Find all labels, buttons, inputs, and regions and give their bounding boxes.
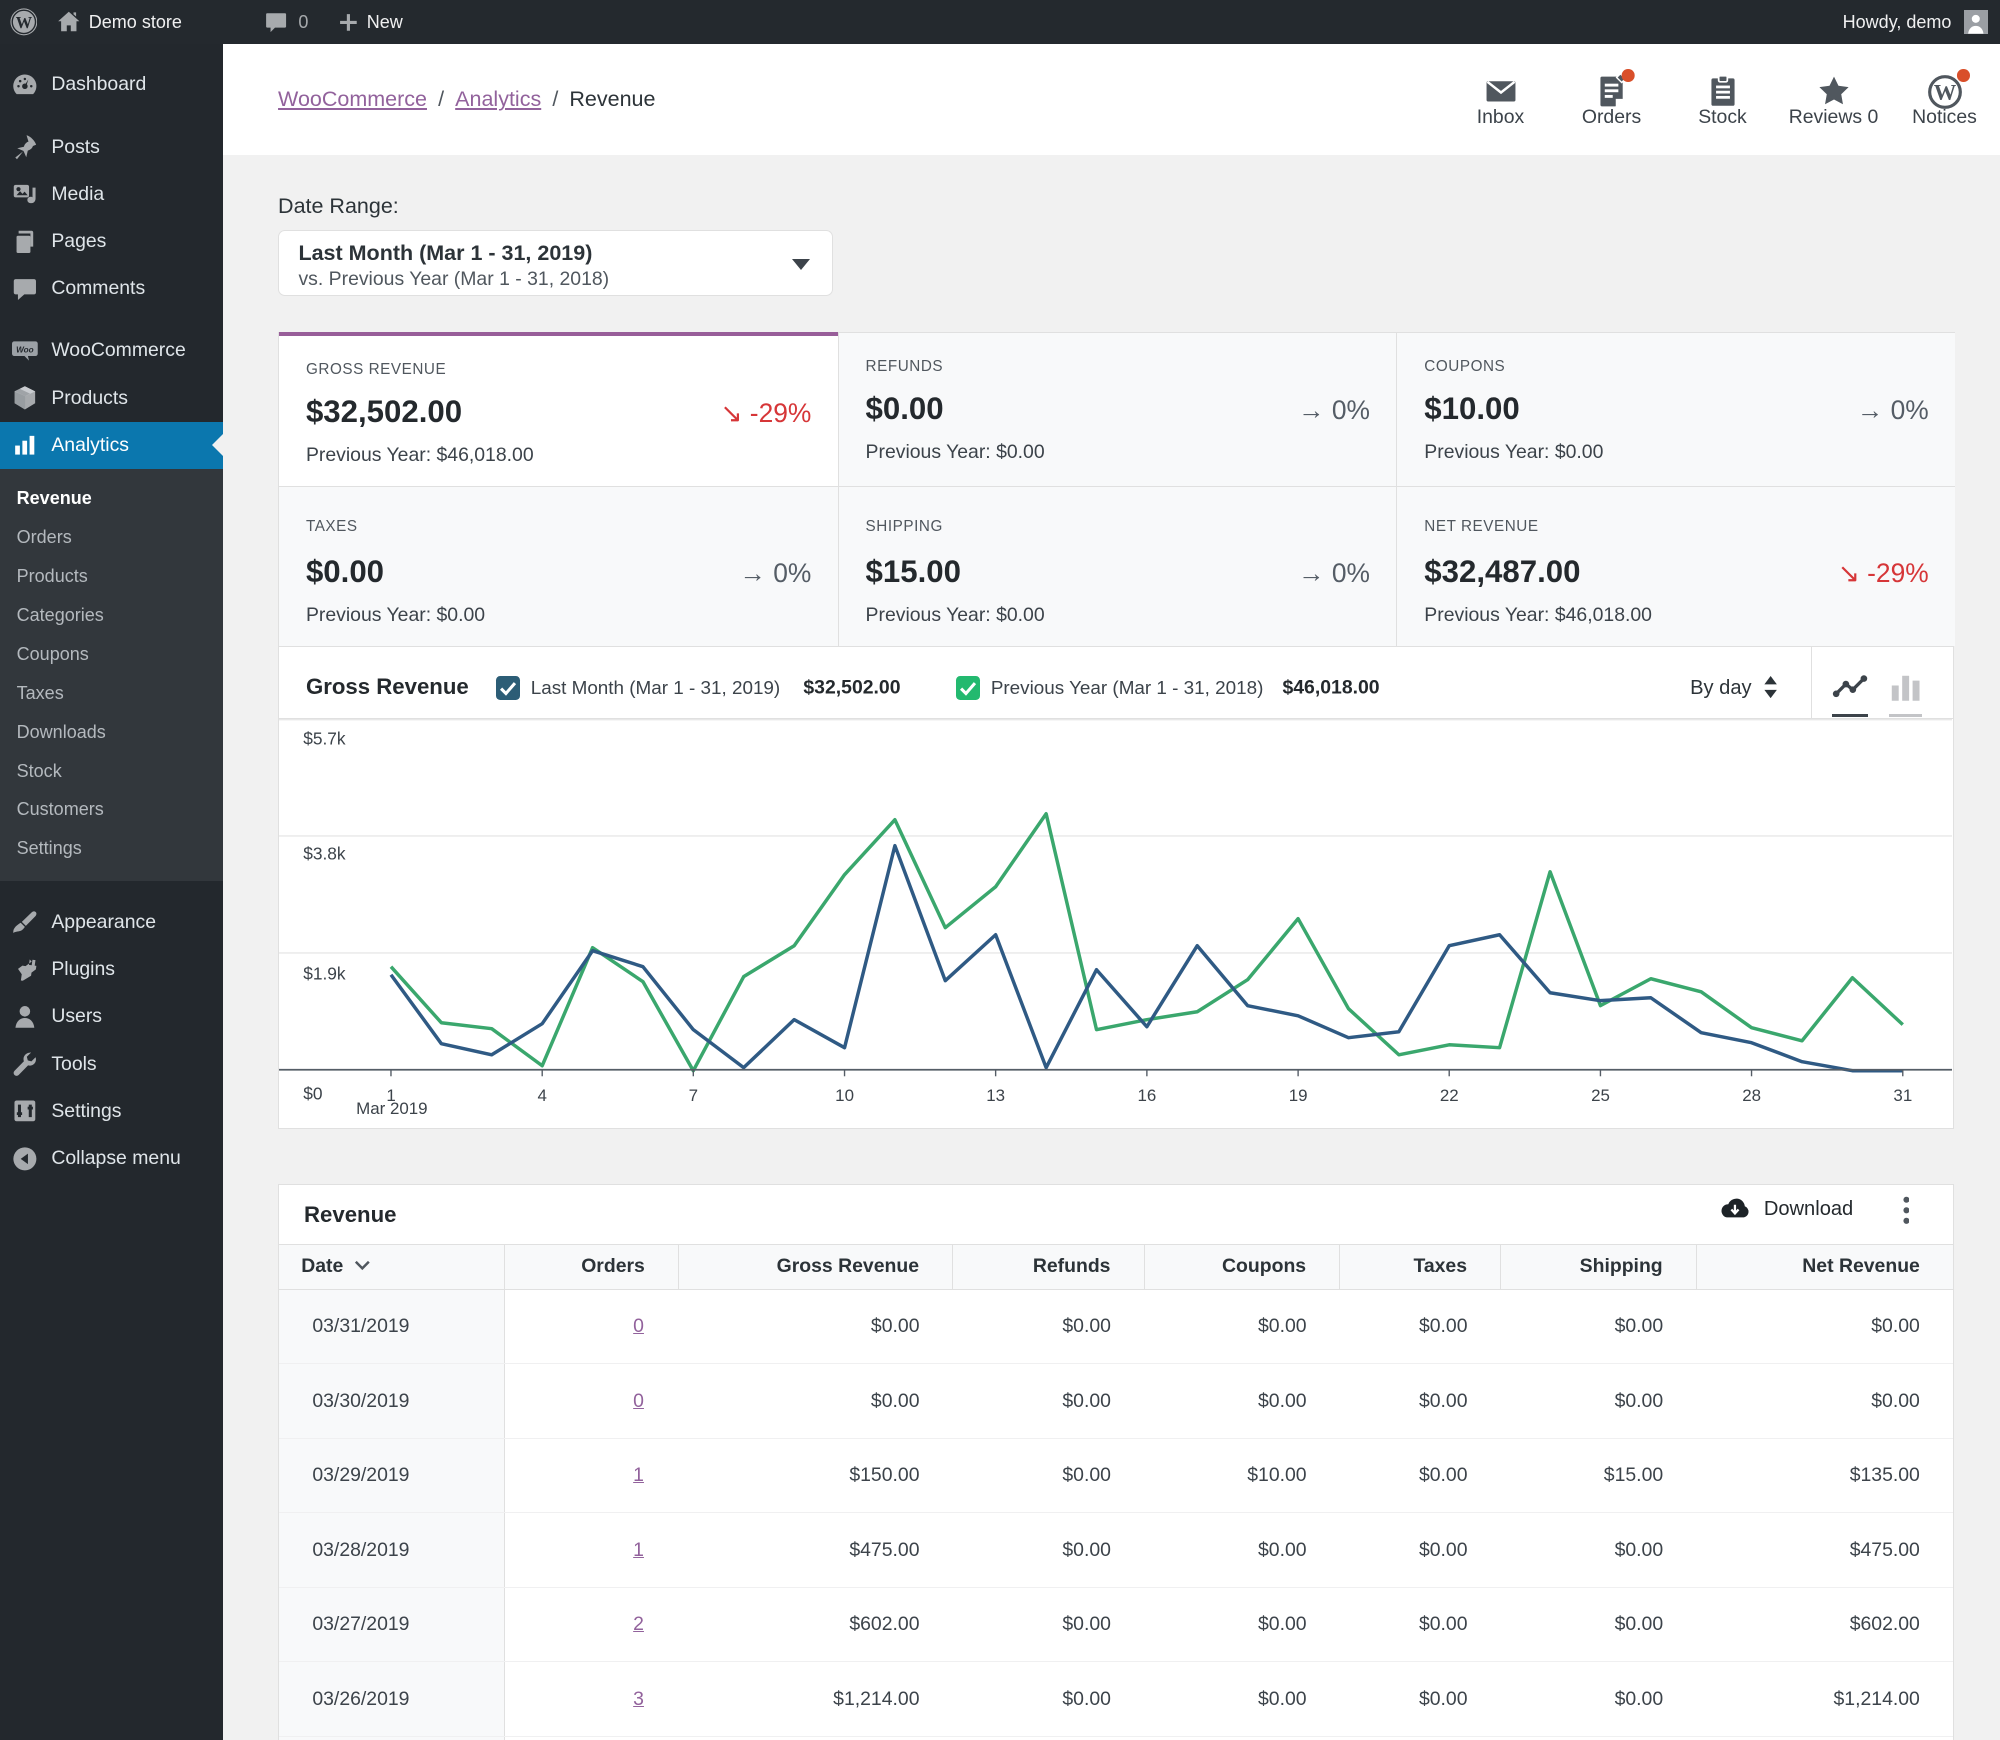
svg-text:W: W [1933, 79, 1956, 104]
svg-text:W: W [15, 13, 32, 32]
svg-text:Woo: Woo [16, 346, 34, 355]
